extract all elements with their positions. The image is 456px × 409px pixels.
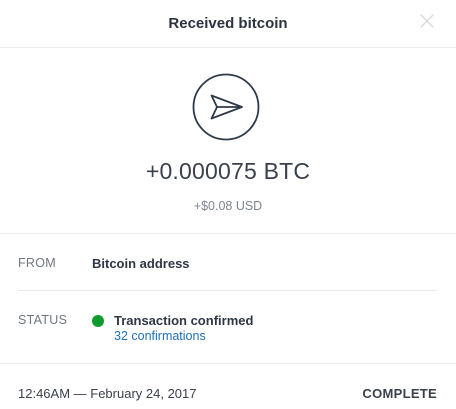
send-arrow-icon [192, 73, 260, 141]
transaction-status: COMPLETE [362, 386, 437, 401]
divider [18, 290, 437, 291]
transaction-detail-modal: Received bitcoin +0.000075 BTC +$0.08 US… [0, 0, 456, 409]
modal-header: Received bitcoin [0, 0, 456, 48]
confirmations-link[interactable]: 32 confirmations [114, 329, 206, 343]
status-label: STATUS [18, 313, 68, 327]
status-text: Transaction confirmed [114, 313, 254, 328]
transaction-datetime: 12:46AM — February 24, 2017 [18, 386, 197, 401]
modal-title: Received bitcoin [168, 15, 288, 32]
modal-footer: 12:46AM — February 24, 2017 COMPLETE [0, 363, 456, 409]
native-amount: +$0.08 USD [193, 199, 263, 213]
close-button[interactable] [418, 12, 436, 30]
close-icon [420, 14, 434, 28]
crypto-amount: +0.000075 BTC [145, 158, 311, 184]
status-indicator [92, 315, 104, 327]
from-label: FROM [18, 256, 56, 270]
from-value: Bitcoin address [92, 256, 190, 271]
transaction-icon [192, 73, 260, 141]
transaction-summary: +0.000075 BTC +$0.08 USD [0, 48, 456, 234]
